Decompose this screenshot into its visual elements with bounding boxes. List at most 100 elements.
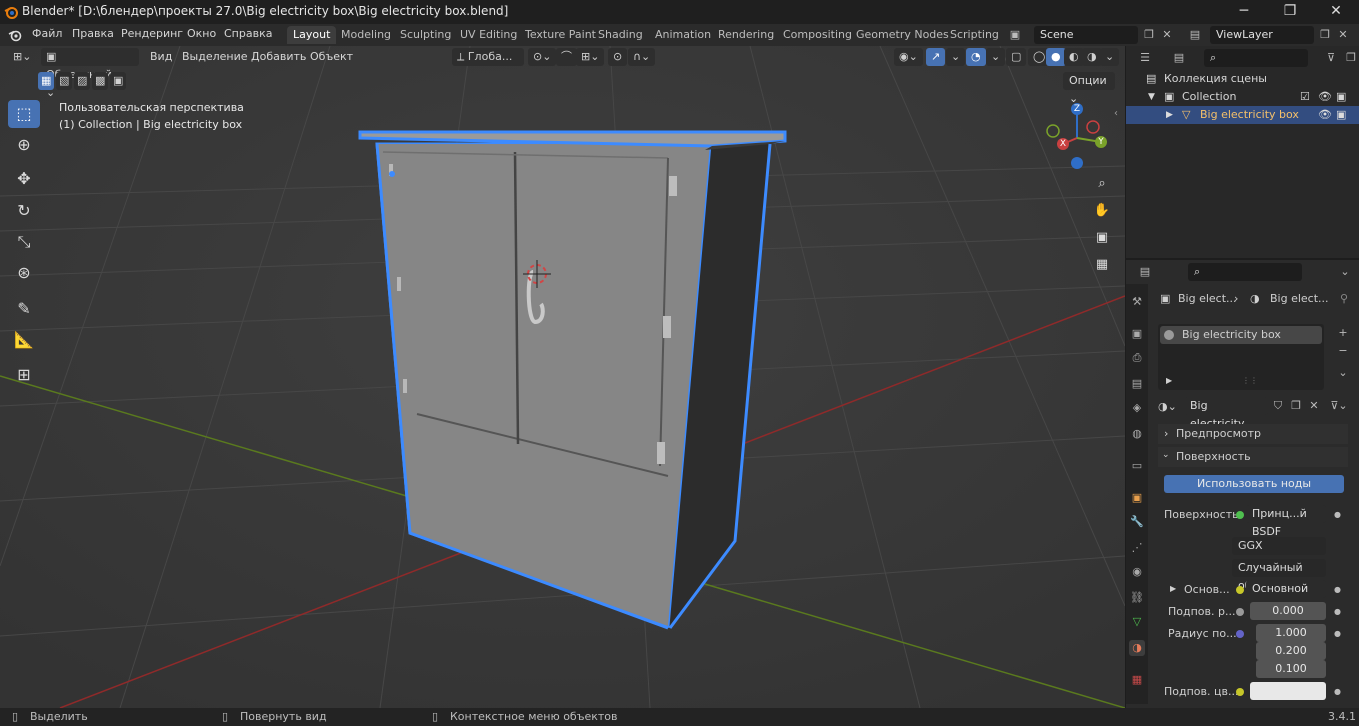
world-icon[interactable]: ◍ <box>1129 426 1145 442</box>
texture-icon[interactable]: ▦ <box>1129 672 1145 688</box>
material-slot-list[interactable]: Big electricity box ▶ ⋮⋮ <box>1158 324 1324 390</box>
base-color-link[interactable]: Основной цвет <box>1246 580 1326 613</box>
material-tab-icon[interactable]: ◑ <box>1129 640 1145 656</box>
menu-file[interactable]: Файл <box>32 27 62 40</box>
surface-shader-field[interactable]: Принц...й BSDF <box>1246 505 1326 538</box>
render-camera-icon[interactable]: ▣ <box>1336 88 1346 106</box>
slot-specials-icon[interactable]: ⌄ <box>1334 364 1352 382</box>
panel-preview-header[interactable]: › Предпросмотр <box>1158 424 1348 444</box>
viewlayer-browse-icon[interactable]: ▤ <box>1186 26 1204 44</box>
tool-settings-icon[interactable]: ⚒ <box>1129 294 1145 310</box>
minimize-button[interactable]: ─ <box>1221 0 1267 24</box>
subsurface-color-swatch[interactable] <box>1250 682 1326 700</box>
animate-dot-icon[interactable]: ● <box>1334 510 1341 519</box>
ortho-grid-icon[interactable]: ▦ <box>1090 253 1114 277</box>
move-tool-icon[interactable]: ✥ <box>8 165 40 193</box>
rotate-tool-icon[interactable]: ↻ <box>8 197 40 225</box>
animate-dot-icon[interactable]: ● <box>1334 687 1341 696</box>
animate-dot-icon[interactable]: ● <box>1334 585 1341 594</box>
expand-input-icon[interactable]: ▶ <box>1170 584 1176 593</box>
cursor-tool-icon[interactable]: ⊕ <box>8 131 40 159</box>
resize-handle-icon[interactable]: ⋮⋮ <box>1242 376 1258 385</box>
tab-texture-paint[interactable]: Texture Paint <box>519 26 602 44</box>
overlays-options-icon[interactable]: ⌄ <box>986 48 1006 66</box>
pan-hand-icon[interactable]: ✋ <box>1090 199 1114 223</box>
use-nodes-button[interactable]: Использовать ноды <box>1164 475 1344 493</box>
filter-icon[interactable]: ⊽ <box>1322 49 1340 67</box>
unlink-material-icon[interactable]: ✕ <box>1305 397 1323 415</box>
options-dropdown[interactable]: Опции ⌄ <box>1063 72 1115 105</box>
viewlayer-name-field[interactable]: ViewLayer <box>1210 26 1314 44</box>
physics-icon[interactable]: ◉ <box>1129 564 1145 580</box>
radius-z-field[interactable]: 0.100 <box>1256 660 1326 678</box>
snap-target-icon[interactable]: ⊞⌄ <box>576 48 605 66</box>
hide-eye-icon[interactable]: 👁 <box>1318 88 1332 106</box>
shading-options-icon[interactable]: ⌄ <box>1100 48 1120 66</box>
tab-geometry-nodes[interactable]: Geometry Nodes <box>850 26 955 44</box>
modifier-wrench-icon[interactable]: 🔧 <box>1129 514 1145 530</box>
output-icon[interactable]: ⎙ <box>1129 350 1145 366</box>
animate-dot-icon[interactable]: ● <box>1334 629 1341 638</box>
gizmo-x-axis[interactable]: X <box>1057 138 1069 150</box>
animate-dot-icon[interactable]: ● <box>1334 607 1341 616</box>
view-layer-icon[interactable]: ▤ <box>1129 376 1145 392</box>
display-mode-icon[interactable]: ▤ <box>1170 49 1188 67</box>
distribution-dropdown[interactable]: GGX <box>1232 537 1326 555</box>
tab-shading[interactable]: Shading <box>592 26 649 44</box>
properties-options-icon[interactable]: ⌄ <box>1336 263 1354 281</box>
tab-uv-editing[interactable]: UV Editing <box>454 26 523 44</box>
sidebar-toggle-icon[interactable]: ‹ <box>1114 108 1118 119</box>
scene-name-field[interactable]: Scene <box>1034 26 1138 44</box>
shading-material-icon[interactable]: ◐ <box>1064 48 1084 66</box>
data-mesh-icon[interactable]: ▽ <box>1129 614 1145 630</box>
hide-eye-icon[interactable]: 👁 <box>1318 106 1332 124</box>
snap-magnet-icon[interactable]: ⌒ <box>556 48 577 66</box>
expand-arrow-icon[interactable]: ▼ <box>1148 88 1155 106</box>
tab-modeling[interactable]: Modeling <box>335 26 397 44</box>
subsurface-method-dropdown[interactable]: Случайный об... <box>1232 559 1326 592</box>
scale-tool-icon[interactable]: ⤡ <box>8 228 40 256</box>
select-mode-new-icon[interactable]: ▦ <box>38 72 55 90</box>
scene-new-icon[interactable]: ❐ <box>1140 26 1158 44</box>
transform-orientation-dropdown[interactable]: ⟂ Глоба... <box>452 48 524 66</box>
select-mode-intersect-icon[interactable]: ▣ <box>110 72 127 90</box>
material-slot-item[interactable]: Big electricity box <box>1160 326 1322 344</box>
transform-tool-icon[interactable]: ⊛ <box>8 259 40 287</box>
properties-editor-type-icon[interactable]: ▤ <box>1136 263 1154 281</box>
select-mode-subtract-icon[interactable]: ▨ <box>74 72 91 90</box>
outliner-row-object[interactable]: ▶ ▽ Big electricity box 👁 ▣ <box>1126 106 1359 124</box>
select-mode-invert-icon[interactable]: ▩ <box>92 72 109 90</box>
proportional-edit-icon[interactable]: ⊙ <box>608 48 628 66</box>
visibility-icon[interactable]: ◉⌄ <box>894 48 923 66</box>
object-icon[interactable]: ▣ <box>1129 490 1145 506</box>
constraints-icon[interactable]: ⛓ <box>1129 590 1145 606</box>
tab-compositing[interactable]: Compositing <box>777 26 858 44</box>
fake-user-shield-icon[interactable]: ⛉ <box>1269 397 1287 415</box>
subsurface-value-field[interactable]: 0.000 <box>1250 602 1326 620</box>
pin-icon[interactable]: ⚲ <box>1340 292 1348 305</box>
outliner-editor-type-icon[interactable]: ☰ <box>1136 49 1154 67</box>
tab-sculpting[interactable]: Sculpting <box>394 26 457 44</box>
maximize-button[interactable]: ❐ <box>1267 0 1313 24</box>
menu-render[interactable]: Рендеринг <box>121 27 183 40</box>
gizmo-y-axis[interactable]: Y <box>1095 136 1107 148</box>
material-name-field[interactable]: Big electricity... <box>1184 397 1268 430</box>
node-tree-icon[interactable]: ⊽⌄ <box>1330 397 1348 415</box>
blender-menu-icon[interactable] <box>8 28 22 42</box>
xray-icon[interactable]: ▢ <box>1006 48 1027 66</box>
viewlayer-new-icon[interactable]: ❐ <box>1316 26 1334 44</box>
3d-viewport[interactable]: Пользовательская перспектива (1) Collect… <box>0 46 1125 708</box>
add-cube-tool-icon[interactable]: ⊞ <box>8 361 40 389</box>
outliner-search-input[interactable]: ⌕ <box>1204 49 1308 67</box>
menu-object[interactable]: Объект <box>310 50 353 63</box>
close-button[interactable]: ✕ <box>1313 0 1359 24</box>
tab-rendering[interactable]: Rendering <box>712 26 780 44</box>
panel-surface-header[interactable]: ⌄ Поверхность <box>1158 447 1348 467</box>
gizmo-toggle-icon[interactable]: ↗ <box>926 48 946 66</box>
mode-dropdown[interactable]: ▣ Объектный... ⌄ <box>41 48 139 99</box>
particles-icon[interactable]: ⋰ <box>1129 540 1145 556</box>
expand-slot-icon[interactable]: ▶ <box>1166 376 1172 385</box>
new-collection-icon[interactable]: ❐ <box>1342 49 1359 67</box>
camera-view-icon[interactable]: ▣ <box>1090 226 1114 250</box>
pivot-point-icon[interactable]: ⊙⌄ <box>528 48 557 66</box>
